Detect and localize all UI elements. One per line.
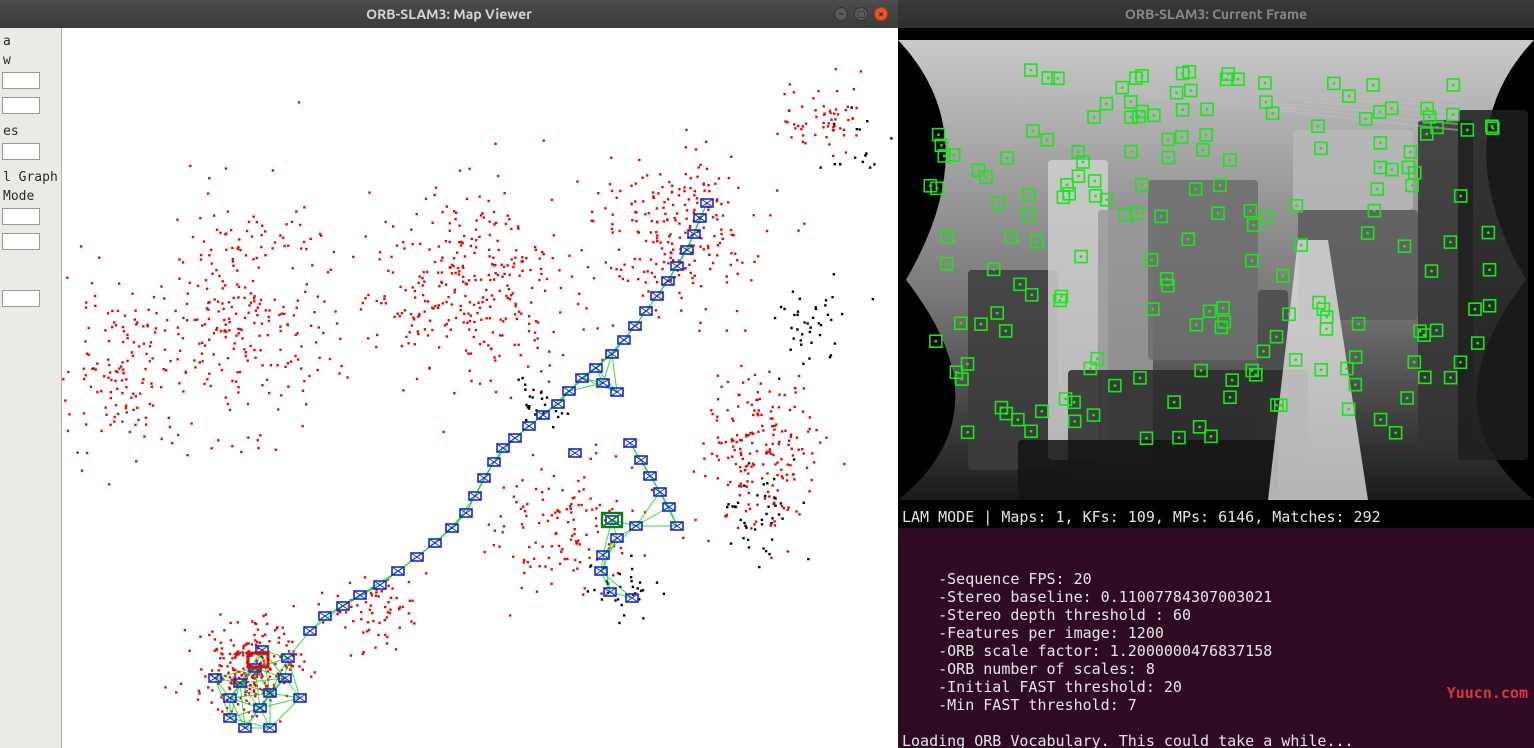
frame-status-bar: LAM MODE | Maps: 1, KFs: 109, MPs: 6146,… bbox=[898, 508, 1534, 528]
minimize-icon: – bbox=[835, 8, 847, 20]
maximize-icon: ▢ bbox=[855, 8, 867, 20]
maximize-button[interactable]: ▢ bbox=[854, 7, 868, 21]
sidebar-control[interactable] bbox=[2, 97, 40, 114]
current-frame-titlebar[interactable]: ORB-SLAM3: Current Frame bbox=[898, 0, 1534, 28]
current-frame-title: ORB-SLAM3: Current Frame bbox=[1125, 6, 1307, 22]
sidebar-control[interactable] bbox=[2, 233, 40, 250]
close-button[interactable]: × bbox=[874, 7, 888, 21]
current-frame-canvas bbox=[898, 28, 1534, 508]
map-viewer-titlebar[interactable]: ORB-SLAM3: Map Viewer – ▢ × bbox=[0, 0, 898, 28]
map-canvas-area[interactable] bbox=[0, 28, 898, 748]
current-frame-body: LAM MODE | Maps: 1, KFs: 109, MPs: 6146,… bbox=[898, 28, 1534, 528]
sidebar-label: l Graph bbox=[0, 168, 61, 187]
frame-status-text: LAM MODE | Maps: 1, KFs: 109, MPs: 6146,… bbox=[902, 508, 1381, 526]
terminal-output: -Sequence FPS: 20 -Stereo baseline: 0.11… bbox=[902, 570, 1530, 748]
sidebar-label: es bbox=[0, 122, 61, 141]
map-sidebar: a w es l Graph Mode bbox=[0, 28, 62, 748]
sidebar-label: a bbox=[0, 32, 61, 51]
sidebar-control[interactable] bbox=[2, 143, 40, 160]
close-icon: × bbox=[875, 8, 887, 20]
terminal-panel[interactable]: -Sequence FPS: 20 -Stereo baseline: 0.11… bbox=[898, 528, 1534, 748]
sidebar-label: Mode bbox=[0, 187, 61, 206]
map-canvas[interactable] bbox=[0, 28, 898, 748]
sidebar-control[interactable] bbox=[2, 72, 40, 89]
minimize-button[interactable]: – bbox=[834, 7, 848, 21]
sidebar-label: w bbox=[0, 51, 61, 70]
sidebar-control[interactable] bbox=[2, 208, 40, 225]
map-viewer-title: ORB-SLAM3: Map Viewer bbox=[366, 6, 532, 22]
current-frame-window: ORB-SLAM3: Current Frame LAM MODE | Maps… bbox=[898, 0, 1534, 528]
map-viewer-window: ORB-SLAM3: Map Viewer – ▢ × a w es l Gra… bbox=[0, 0, 898, 748]
sidebar-control[interactable] bbox=[2, 290, 40, 307]
watermark: Yuucn.com bbox=[1447, 684, 1528, 702]
